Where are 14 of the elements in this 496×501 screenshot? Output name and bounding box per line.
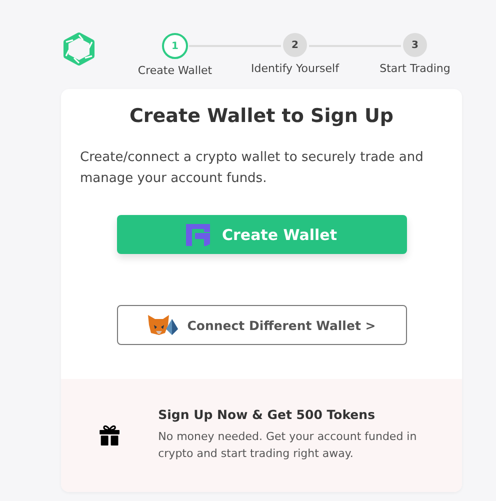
connect-wallet-button[interactable]: Connect Different Wallet >: [116, 305, 406, 345]
step-label: Create Wallet: [138, 64, 212, 77]
logo-icon: [61, 31, 97, 67]
wallet-logo-icon: [186, 224, 210, 246]
step-label: Identify Yourself: [251, 62, 339, 75]
step-number: 3: [403, 33, 427, 57]
step-label: Start Trading: [380, 62, 450, 75]
promo-text: No money needed. Get your account funded in crypto and start trading right away.: [158, 429, 418, 462]
fox-icon: [147, 313, 180, 337]
card-title: Create Wallet to Sign Up: [128, 105, 395, 127]
promo-title: Sign Up Now & Get 500 Tokens: [158, 407, 376, 422]
step-number: 2: [283, 33, 307, 57]
card-description: Create/connect a crypto wallet to securely trade and manage your account funds.: [80, 149, 424, 188]
step-number: 1: [162, 33, 188, 59]
